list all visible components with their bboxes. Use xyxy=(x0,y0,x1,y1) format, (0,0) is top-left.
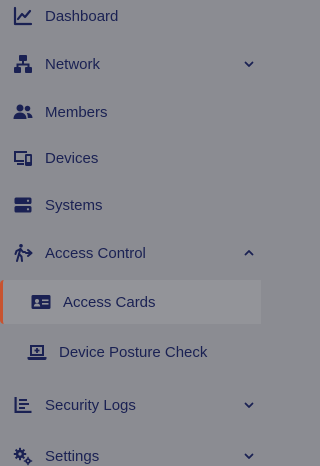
sidebar-item-label: Access Control xyxy=(45,244,146,262)
devices-icon xyxy=(12,147,34,169)
chart-line-icon xyxy=(12,5,34,27)
sidebar-item-settings[interactable]: Settings xyxy=(0,437,261,466)
chevron-up-icon[interactable] xyxy=(243,247,255,259)
server-icon xyxy=(12,194,34,216)
sidebar-item-systems[interactable]: Systems xyxy=(0,186,261,224)
logs-icon xyxy=(12,394,34,416)
laptop-plus-icon xyxy=(26,341,48,363)
id-card-icon xyxy=(30,291,52,313)
chevron-down-icon[interactable] xyxy=(243,450,255,462)
submenu-item-access-cards[interactable]: Access Cards xyxy=(0,280,261,324)
sidebar-item-network[interactable]: Network xyxy=(0,45,261,83)
sidebar-item-label: Settings xyxy=(45,447,100,465)
sidebar-item-label: Dashboard xyxy=(45,7,119,25)
chevron-down-icon[interactable] xyxy=(243,399,255,411)
submenu-item-device-posture-check[interactable]: Device Posture Check xyxy=(0,330,261,374)
gears-icon xyxy=(12,445,34,466)
sidebar-item-label: Security Logs xyxy=(45,396,136,414)
walking-person-icon xyxy=(12,242,34,264)
submenu-item-label: Device Posture Check xyxy=(59,343,208,361)
chevron-down-icon[interactable] xyxy=(243,58,255,70)
sidebar-item-security-logs[interactable]: Security Logs xyxy=(0,386,261,424)
sidebar-item-dashboard[interactable]: Dashboard xyxy=(0,0,261,35)
sidebar-item-members[interactable]: Members xyxy=(0,93,261,131)
sidebar-item-label: Network xyxy=(45,55,101,73)
submenu-item-label: Access Cards xyxy=(63,293,156,311)
sidebar-item-label: Devices xyxy=(45,149,99,167)
users-icon xyxy=(12,101,34,123)
sidebar-item-label: Members xyxy=(45,103,108,121)
network-icon xyxy=(12,53,34,75)
sidebar-item-access-control[interactable]: Access Control xyxy=(0,234,261,272)
sidebar: Dashboard Network Members Devices System… xyxy=(0,0,261,466)
sidebar-item-label: Systems xyxy=(45,196,103,214)
sidebar-item-devices[interactable]: Devices xyxy=(0,139,261,177)
